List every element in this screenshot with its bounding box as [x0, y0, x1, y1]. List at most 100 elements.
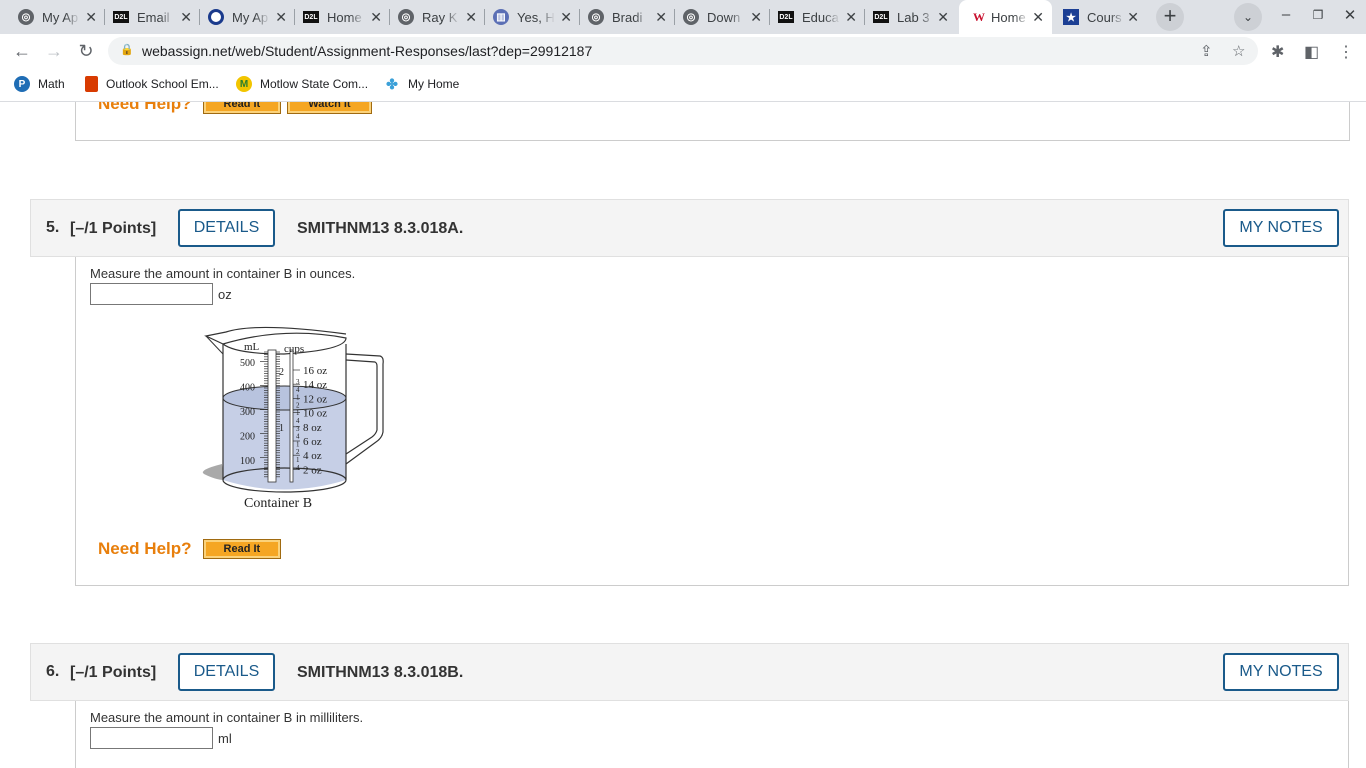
answer-input[interactable] [90, 283, 213, 305]
bookmark-star-icon[interactable]: ☆ [1232, 42, 1245, 60]
details-button[interactable]: DETAILS [178, 209, 275, 247]
question-code: SMITHNM13 8.3.018B. [297, 664, 464, 681]
extensions-icon[interactable]: ✱ [1271, 42, 1284, 62]
star-shield-icon: ★ [1063, 9, 1079, 25]
previous-question-body: Need Help? Read It Watch It [75, 102, 1350, 141]
bookmark-outlook[interactable]: Outlook School Em... [85, 75, 219, 93]
menu-kebab-icon[interactable]: ⋮ [1338, 42, 1354, 62]
close-tab-icon[interactable]: ✕ [750, 9, 762, 25]
webassign-icon: W [973, 9, 985, 24]
close-tab-icon[interactable]: ✕ [465, 9, 477, 25]
chart-icon: ▥ [493, 9, 509, 25]
globe-icon: ◎ [18, 9, 34, 25]
close-tab-icon[interactable]: ✕ [370, 9, 382, 25]
oz-tick-label: 2 oz [303, 464, 322, 476]
cup-fraction-label: 1 [296, 394, 300, 402]
ml-tick-label: 400 [240, 383, 255, 394]
tab-search-button[interactable]: ⌄ [1234, 3, 1262, 31]
browser-tab[interactable]: D2L Home ✕ [295, 4, 390, 30]
unit-label: oz [218, 287, 232, 302]
handle [345, 353, 384, 465]
shadow [202, 464, 224, 480]
browser-tab[interactable]: ★ Cours ✕ [1055, 4, 1147, 30]
my-notes-button[interactable]: MY NOTES [1223, 209, 1339, 247]
need-help-row: Need Help? Read It [98, 539, 282, 559]
motlow-icon: M [236, 76, 252, 92]
unit-label: ml [218, 731, 232, 746]
side-panel-icon[interactable]: ◧ [1304, 42, 1319, 62]
minimize-icon[interactable]: – [1276, 6, 1296, 23]
address-bar[interactable]: 🔒 webassign.net/web/Student/Assignment-R… [108, 37, 1258, 65]
watch-it-button[interactable]: Watch It [287, 102, 372, 114]
browser-tab[interactable]: D2L Email ✕ [105, 4, 200, 30]
question-5-header: 5. [–/1 Points] DETAILS SMITHNM13 8.3.01… [30, 199, 1349, 257]
close-tab-icon[interactable]: ✕ [1032, 9, 1044, 25]
oz-tick-label: 8 oz [303, 422, 322, 434]
browser-tab[interactable]: ◎ Ray K ✕ [390, 4, 485, 30]
ml-axis-label: mL [244, 341, 260, 353]
restore-icon[interactable]: ❐ [1308, 8, 1328, 22]
office-icon [85, 76, 98, 92]
pinwheel-icon: ✤ [384, 76, 400, 92]
points: [–/1 Points] [70, 664, 157, 681]
cup-fraction-label: 4 [296, 464, 300, 472]
browser-tab[interactable]: D2L Lab 3 ✕ [865, 4, 957, 30]
cups-axis-label: cups [284, 343, 304, 355]
browser-tab[interactable]: ◎ Bradi ✕ [580, 4, 675, 30]
question-6-body: Measure the amount in container B in mil… [75, 701, 1349, 768]
globe-icon: ◎ [588, 9, 604, 25]
close-tab-icon[interactable]: ✕ [655, 9, 667, 25]
cup-tick-label: 1 [279, 423, 284, 434]
browser-toolbar: ← → ↻ 🔒 webassign.net/web/Student/Assign… [0, 34, 1366, 68]
close-tab-icon[interactable]: ✕ [845, 9, 857, 25]
d2l-icon: D2L [113, 11, 129, 23]
url-text[interactable]: webassign.net/web/Student/Assignment-Res… [142, 43, 592, 59]
close-tab-icon[interactable]: ✕ [560, 9, 572, 25]
oz-tick-label: 12 oz [303, 393, 327, 405]
ml-tick-label: 300 [240, 407, 255, 418]
ml-tick-label: 100 [240, 456, 255, 467]
close-tab-icon[interactable]: ✕ [180, 9, 192, 25]
close-tab-icon[interactable]: ✕ [85, 9, 97, 25]
browser-tab[interactable]: D2L Educa ✕ [770, 4, 865, 30]
read-it-button[interactable]: Read It [202, 102, 282, 114]
bookmark-my-home[interactable]: ✤ My Home [384, 75, 459, 93]
oz-tick-label: 4 oz [303, 450, 322, 462]
answer-input[interactable] [90, 727, 213, 749]
cup-fraction-label: 1 [296, 456, 300, 464]
cup-tick-label: 2 [279, 367, 284, 378]
tab-strip: ◎ My Ap ✕ D2L Email ✕ My Ap ✕ D2L Home ✕… [0, 0, 1366, 34]
question-code: SMITHNM13 8.3.018A. [297, 220, 464, 237]
read-it-button[interactable]: Read It [202, 539, 282, 559]
close-tab-icon[interactable]: ✕ [1127, 9, 1139, 25]
container-b-figure: mL cups 500400300200100 21 341214341214 … [202, 326, 384, 511]
question-5-body: Measure the amount in container B in oun… [75, 257, 1349, 586]
browser-tab[interactable]: ▥ Yes, H ✕ [485, 4, 580, 30]
share-icon[interactable]: ⇪ [1200, 42, 1213, 60]
details-button[interactable]: DETAILS [178, 653, 275, 691]
cup-fraction-label: 4 [296, 417, 300, 425]
globe-icon: ◎ [683, 9, 699, 25]
bookmark-math[interactable]: P Math [14, 75, 65, 93]
forward-arrow-icon[interactable]: → [42, 40, 66, 62]
back-arrow-icon[interactable]: ← [10, 40, 34, 62]
browser-tab[interactable]: ◎ Down ✕ [675, 4, 770, 30]
lock-icon: 🔒 [120, 44, 134, 56]
browser-tab[interactable]: ◎ My Ap ✕ [10, 4, 105, 30]
reload-icon[interactable]: ↻ [74, 40, 98, 62]
ml-tick-label: 500 [240, 358, 255, 369]
cup-fraction-label: 1 [296, 440, 300, 448]
cup-fraction-label: 2 [296, 448, 300, 456]
new-tab-button[interactable]: + [1156, 3, 1184, 31]
close-tab-icon[interactable]: ✕ [937, 9, 949, 25]
ring-icon [208, 9, 224, 25]
window-close-icon[interactable]: ✕ [1340, 6, 1360, 24]
browser-tab[interactable]: My Ap ✕ [200, 4, 295, 30]
close-tab-icon[interactable]: ✕ [275, 9, 287, 25]
browser-tab-active[interactable]: W Home ✕ [959, 0, 1052, 34]
bookmark-motlow[interactable]: M Motlow State Com... [236, 75, 368, 93]
my-notes-button[interactable]: MY NOTES [1223, 653, 1339, 691]
page-content: Need Help? Read It Watch It 5. [–/1 Poin… [0, 102, 1366, 768]
question-prompt: Measure the amount in container B in oun… [90, 266, 356, 281]
need-help-row: Need Help? Read It Watch It [98, 102, 372, 114]
